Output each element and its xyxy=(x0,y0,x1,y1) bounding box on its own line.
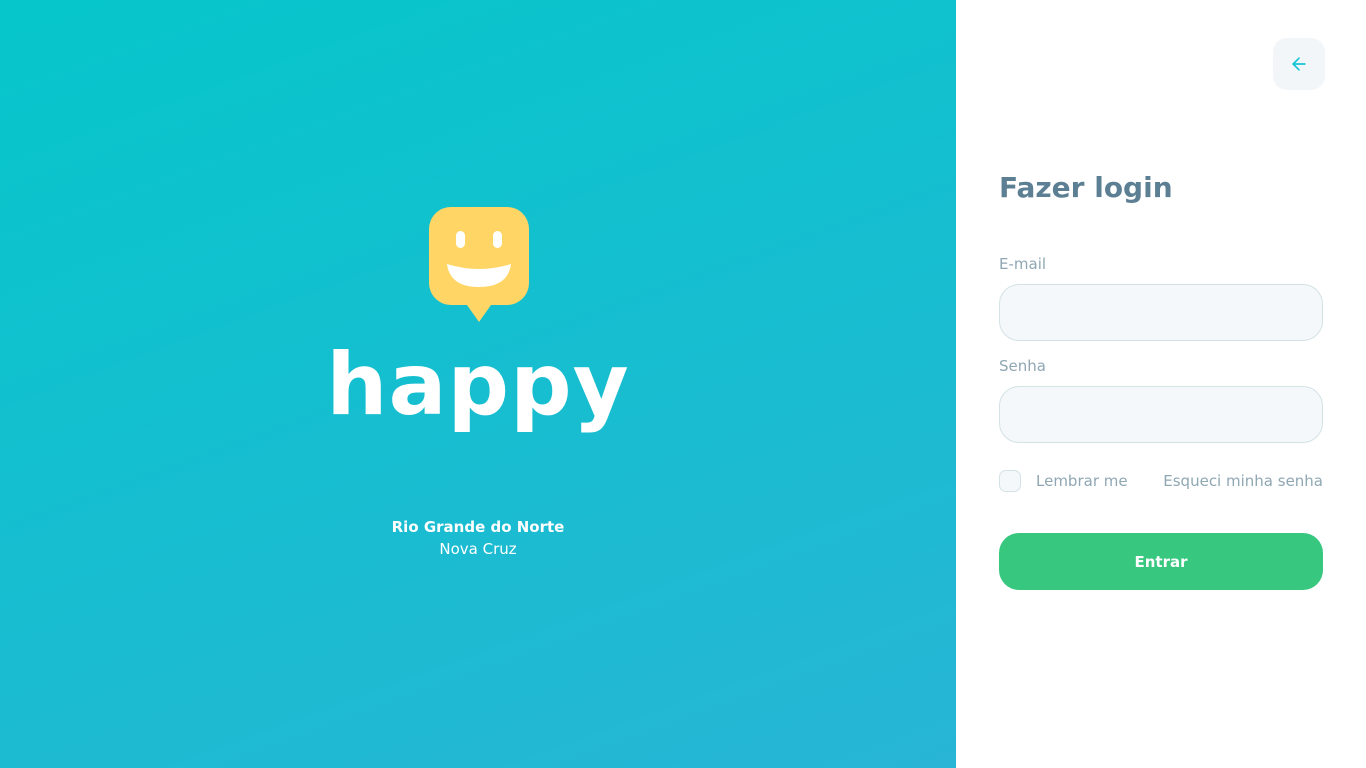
remember-me-label: Lembrar me xyxy=(1036,472,1128,490)
page-title: Fazer login xyxy=(999,171,1173,204)
email-field[interactable] xyxy=(999,284,1323,341)
email-label: E-mail xyxy=(999,255,1047,273)
remember-me-checkbox[interactable] xyxy=(999,470,1021,492)
back-button[interactable] xyxy=(1273,38,1325,90)
submit-button[interactable]: Entrar xyxy=(999,533,1323,590)
location-city: Nova Cruz xyxy=(439,540,517,558)
location-state: Rio Grande do Norte xyxy=(391,518,565,536)
password-field[interactable] xyxy=(999,386,1323,443)
brand-wordmark: happy xyxy=(326,335,630,435)
smiley-speech-bubble-icon xyxy=(429,207,529,323)
login-page: happy Rio Grande do Norte Nova Cruz Faze… xyxy=(0,0,1366,768)
password-label: Senha xyxy=(999,357,1046,375)
forgot-password-link[interactable]: Esqueci minha senha xyxy=(1163,470,1323,492)
remember-me-toggle[interactable]: Lembrar me xyxy=(999,470,1128,492)
hero-panel: happy Rio Grande do Norte Nova Cruz xyxy=(0,0,956,768)
arrow-left-icon xyxy=(1289,54,1309,74)
location-info: Rio Grande do Norte Nova Cruz xyxy=(0,516,956,560)
login-panel: Fazer login E-mail Senha Lembrar me Esqu… xyxy=(956,0,1366,768)
